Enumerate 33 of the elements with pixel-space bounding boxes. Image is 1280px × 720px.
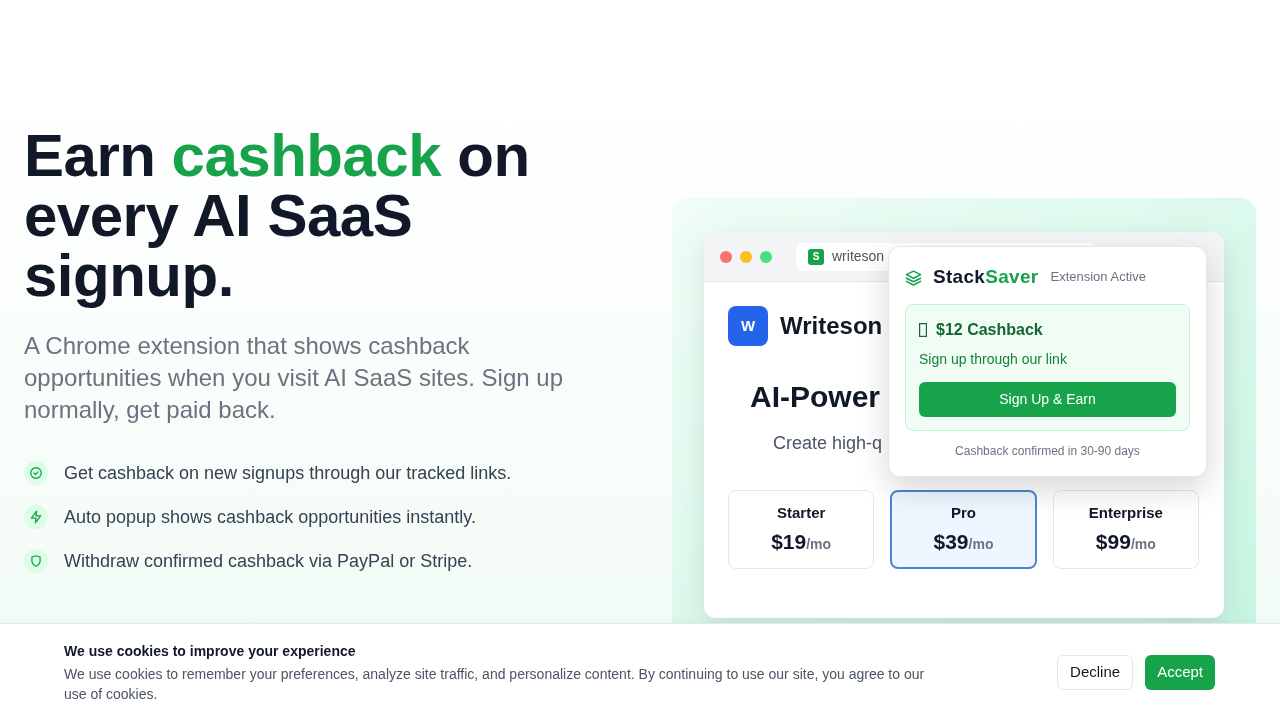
plan-card[interactable]: Starter $19/mo	[728, 490, 875, 569]
popup-footnote: Cashback confirmed in 30-90 days	[954, 443, 1141, 459]
feature-text: Auto popup shows cashback opportunities instantly.	[64, 506, 476, 529]
brand-name: StackSaver	[933, 265, 1039, 289]
extension-status: Extension Active	[1050, 268, 1146, 287]
plan-name: Starter	[777, 502, 826, 523]
check-circle-icon	[24, 461, 48, 485]
site-logo: W	[728, 306, 768, 346]
site-heading: AI-Power	[750, 379, 881, 415]
glyph-box-icon	[919, 323, 927, 337]
plan-price: $39/mo	[933, 528, 994, 555]
site-tagline: Create high-q	[773, 432, 883, 455]
plan-card[interactable]: Enterprise $99/mo	[1052, 490, 1199, 569]
plan-name: Pro	[951, 502, 976, 523]
address-text: writeson	[832, 247, 885, 266]
lightning-icon	[24, 505, 48, 529]
feature-text: Withdraw confirmed cashback via PayPal or Stripe.	[64, 550, 473, 573]
cookie-text: We use cookies to remember your preferences, analyze site traffic, and personalize content. By continuing to use our site, you agree to our use of cookies.	[64, 664, 926, 704]
site-name: Writeson	[780, 311, 883, 341]
offer-note: Sign up through our link	[919, 350, 1067, 369]
favicon-icon: S	[808, 248, 824, 265]
decline-button[interactable]: Decline	[1057, 654, 1134, 690]
cookie-title: We use cookies to improve your experience	[64, 641, 356, 661]
hero-subtitle: A Chrome extension that shows cashback opportunities when you visit AI SaaS sites. Sign up normally, get paid back.	[24, 331, 564, 425]
plan-price: $19/mo	[771, 528, 832, 555]
shield-icon	[24, 549, 48, 573]
plan-card[interactable]: Pro $39/mo	[890, 490, 1037, 569]
plan-name: Enterprise	[1088, 502, 1163, 523]
layers-icon	[905, 268, 922, 286]
feature-text: Get cashback on new signups through our tracked links.	[64, 462, 512, 485]
offer-title: $12 Cashback	[936, 320, 1043, 340]
hero-headline: Earn cashback on every AI SaaS signup.	[24, 126, 531, 306]
plan-price: $99/mo	[1095, 528, 1156, 555]
